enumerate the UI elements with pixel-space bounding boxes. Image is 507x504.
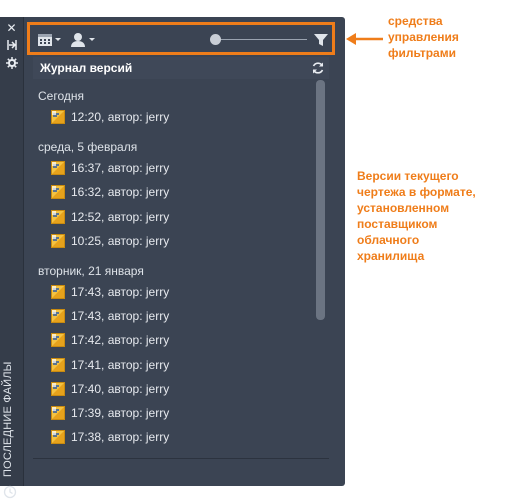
version-item[interactable]: 17:43, автор: jerry	[51, 283, 311, 303]
drawing-file-icon	[51, 381, 65, 396]
filter-icon[interactable]	[313, 32, 329, 48]
version-label: 17:42, автор: jerry	[71, 333, 170, 348]
version-item[interactable]: 17:43, автор: jerry	[51, 307, 311, 327]
drawing-file-icon	[51, 161, 65, 176]
group-label: среда, 5 февраля	[38, 140, 138, 155]
drawing-file-icon	[51, 309, 65, 324]
annotation-line: Версии текущего	[357, 169, 459, 183]
annotation-line: установленном	[357, 201, 450, 215]
annotation-line: фильтрами	[388, 46, 456, 60]
drawing-file-icon	[51, 406, 65, 420]
panel-header: Журнал версий	[33, 57, 329, 79]
drawing-file-icon	[51, 357, 65, 372]
annotation-line: облачного	[357, 233, 420, 247]
group-label: вторник, 21 января	[38, 264, 144, 278]
annotation-line: хранилища	[357, 249, 425, 263]
version-label: 16:32, автор: jerry	[71, 185, 170, 200]
version-item[interactable]: 16:32, автор: jerry	[51, 183, 311, 203]
slider-track	[215, 39, 307, 40]
version-label: 12:20, автор: jerry	[71, 110, 170, 124]
drawing-file-icon	[51, 110, 65, 124]
drawing-file-icon	[51, 209, 65, 224]
palette-side-strip: ✕ ПОСЛЕДНИЕ ФАЙЛЫ	[0, 17, 24, 499]
annotation-versions-note: Версии текущего чертежа в формате, устан…	[357, 168, 476, 264]
user-filter-icon[interactable]	[70, 32, 98, 48]
group-label: Сегодня	[38, 89, 84, 103]
version-label: 16:37, автор: jerry	[71, 161, 170, 176]
refresh-icon[interactable]	[311, 61, 325, 75]
version-label: 17:41, автор: jerry	[71, 357, 170, 372]
version-list: Сегодня 12:20, автор: jerry среда, 5 февра…	[33, 80, 329, 458]
version-item[interactable]: 17:41, автор: jerry	[51, 356, 311, 376]
version-item[interactable]: 17:40, автор: jerry	[51, 380, 311, 400]
filter-toolbar	[27, 22, 335, 55]
version-item[interactable]: 12:20, автор: jerry	[51, 108, 311, 128]
version-label: 17:39, автор: jerry	[71, 406, 170, 420]
auto-hide-icon[interactable]	[4, 39, 19, 53]
properties-icon[interactable]	[4, 57, 19, 71]
version-item[interactable]: 16:37, автор: jerry	[51, 159, 311, 179]
annotation-line: средства	[388, 14, 443, 28]
annotation-line: поставщиком	[357, 217, 438, 231]
drawing-file-icon	[51, 333, 65, 348]
version-item[interactable]: 10:25, автор: jerry	[51, 232, 311, 252]
drawing-file-icon	[51, 285, 65, 299]
version-item[interactable]: 12:52, автор: jerry	[51, 208, 311, 228]
calendar-filter-icon[interactable]	[37, 32, 63, 48]
palette-title: ПОСЛЕДНИЕ ФАЙЛЫ	[2, 361, 14, 477]
version-item[interactable]: 17:38, автор: jerry	[51, 428, 311, 448]
arrow-icon	[346, 33, 383, 45]
version-label: 17:43, автор: jerry	[71, 285, 170, 299]
history-icon	[3, 485, 17, 499]
version-label: 17:43, автор: jerry	[71, 309, 170, 324]
scrollbar[interactable]	[316, 80, 325, 320]
version-item[interactable]: 17:42, автор: jerry	[51, 331, 311, 351]
list-bottom-border	[33, 458, 329, 459]
drawing-file-icon	[51, 430, 65, 445]
version-slider-handle[interactable]	[210, 34, 221, 45]
version-label: 17:40, автор: jerry	[71, 381, 170, 396]
close-icon[interactable]: ✕	[4, 21, 19, 35]
version-label: 17:38, автор: jerry	[71, 430, 170, 445]
panel-title: Журнал версий	[40, 61, 133, 75]
version-label: 12:52, автор: jerry	[71, 209, 170, 224]
drawing-file-icon	[51, 233, 65, 248]
annotation-line: чертежа в формате,	[357, 185, 476, 199]
version-item[interactable]: 17:39, автор: jerry	[51, 404, 311, 424]
version-label: 10:25, автор: jerry	[71, 233, 170, 248]
annotation-line: управления	[388, 30, 459, 44]
drawing-file-icon	[51, 185, 65, 200]
annotation-filter-controls: средства управления фильтрами	[388, 13, 459, 61]
